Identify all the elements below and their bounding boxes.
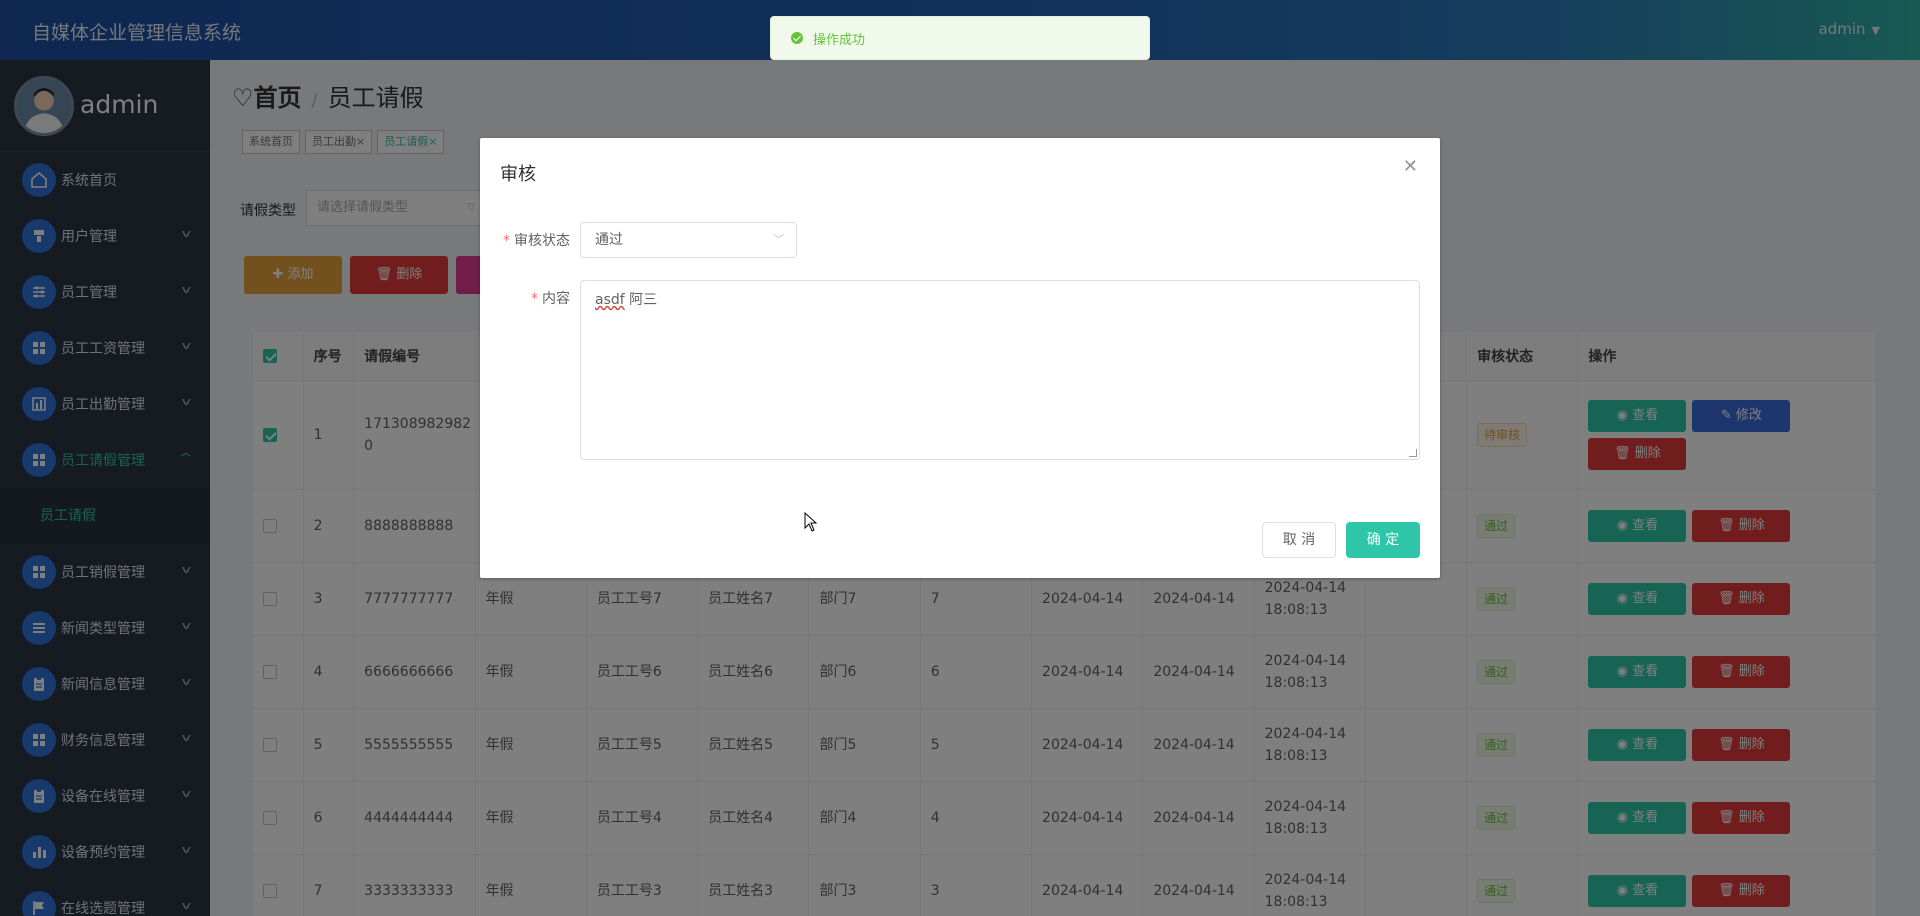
review-status-value: 通过 [595, 232, 623, 248]
success-check-icon [791, 32, 803, 44]
resize-handle-icon[interactable] [1409, 449, 1417, 457]
app-root: 自媒体企业管理信息系统 admin▼ admin 系统首页用户管理v员工管理v员… [0, 0, 1920, 916]
cancel-button[interactable]: 取 消 [1262, 522, 1336, 558]
review-status-select[interactable]: 通过 ﹀ [580, 222, 797, 258]
close-icon[interactable]: ✕ [1403, 156, 1418, 177]
required-mark: * [531, 291, 538, 307]
success-toast: 操作成功 [770, 16, 1150, 60]
dialog-title: 审核 [500, 164, 536, 185]
review-dialog: 审核 ✕ * 审核状态 通过 ﹀ * 内容 asdf 阿三 取 消 确 定 [480, 138, 1440, 578]
content-field-label-text: 内容 [542, 291, 570, 307]
chevron-down-icon: ﹀ [773, 233, 784, 246]
content-text-word: asdf [595, 292, 625, 308]
status-field-label-text: 审核状态 [514, 233, 570, 249]
content-field-label: * 内容 [480, 288, 570, 308]
review-content-textarea[interactable]: asdf 阿三 [580, 280, 1420, 460]
toast-message: 操作成功 [813, 32, 866, 48]
status-field-label: * 审核状态 [480, 230, 570, 250]
content-text-word: 阿三 [629, 292, 658, 308]
required-mark: * [503, 233, 510, 249]
confirm-button[interactable]: 确 定 [1346, 522, 1420, 558]
mouse-cursor-icon [804, 512, 818, 532]
